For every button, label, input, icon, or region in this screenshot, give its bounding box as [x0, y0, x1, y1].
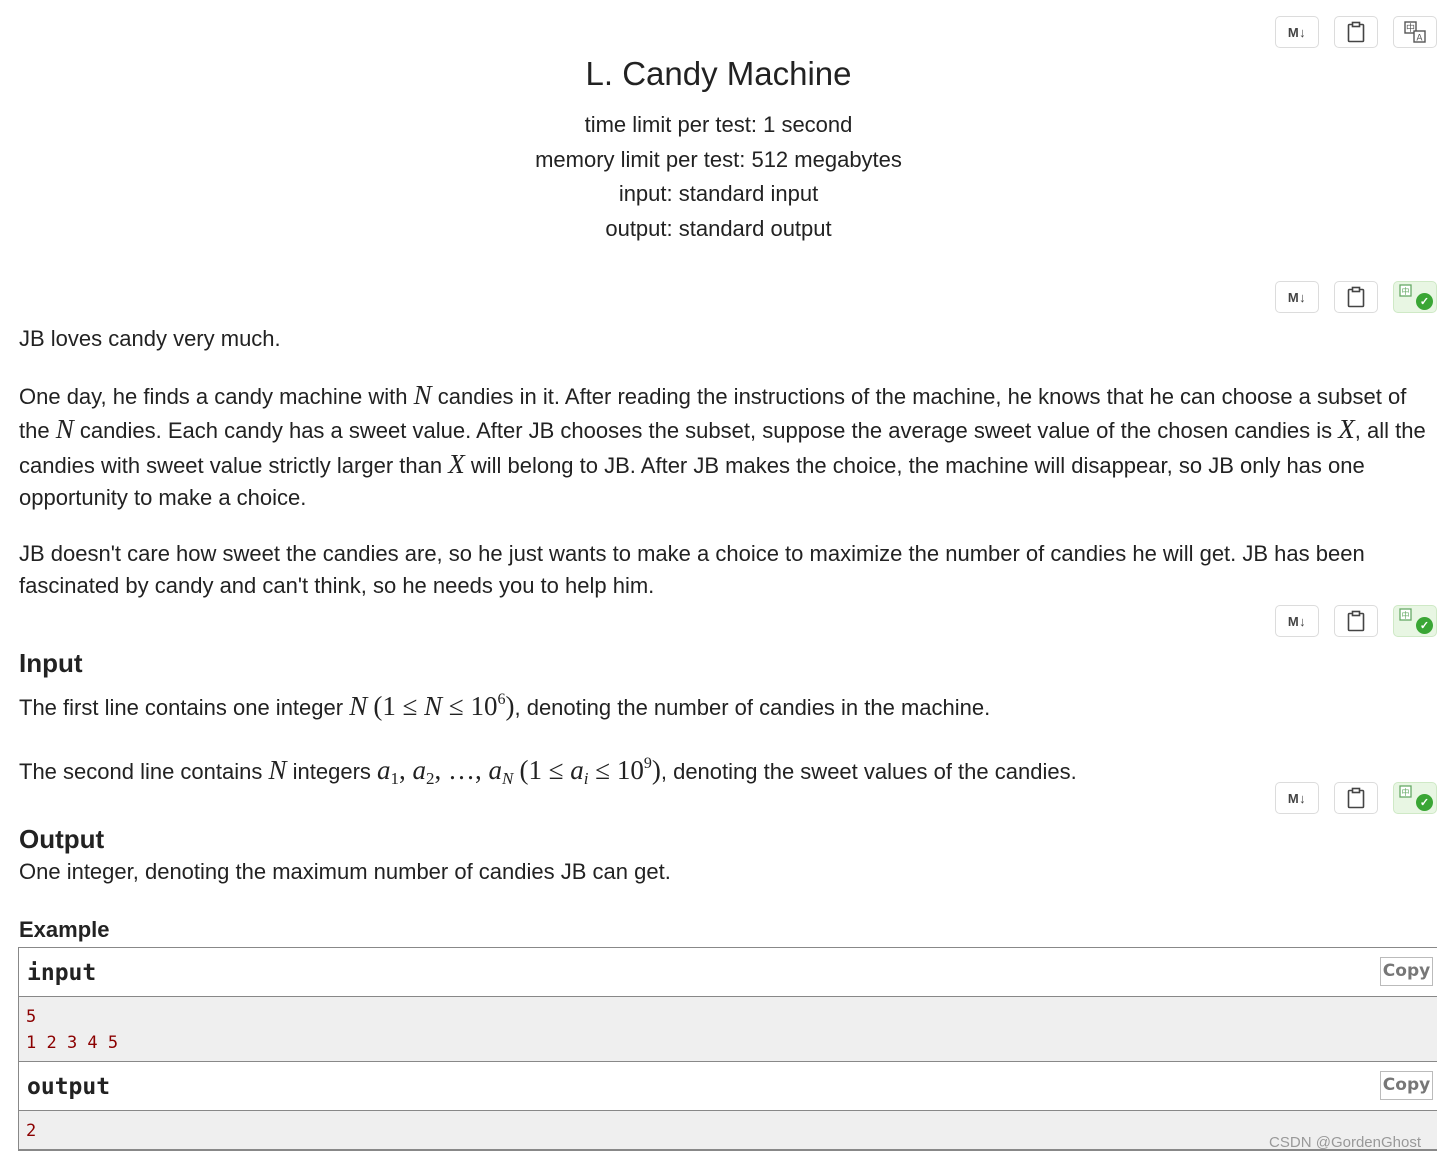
math-var: a — [412, 754, 427, 785]
sample-input-label: input — [27, 960, 97, 986]
sample-input: 5 1 2 3 4 5 — [19, 997, 1437, 1062]
copy-button[interactable] — [1334, 16, 1378, 48]
translated-button[interactable]: 中 ✓ — [1393, 605, 1437, 637]
svg-text:中: 中 — [1402, 286, 1410, 296]
math-var: N — [55, 414, 74, 444]
math: , …, — [434, 754, 489, 785]
input-toolbar: M↓ 中 ✓ — [1275, 605, 1437, 637]
translate-icon: 中A — [1404, 21, 1426, 44]
legend-paragraph: One day, he finds a candy machine with N… — [19, 379, 1437, 515]
problem-title: L. Candy Machine — [585, 55, 852, 92]
time-limit: time limit per test: 1 second — [584, 112, 853, 137]
clipboard-icon — [1347, 610, 1365, 632]
output-toolbar: M↓ 中 ✓ — [1275, 782, 1437, 814]
copy-input-button[interactable]: Copy — [1380, 957, 1433, 986]
svg-text:A: A — [1416, 34, 1423, 44]
translate-button[interactable]: 中A — [1393, 16, 1437, 48]
clipboard-icon — [1347, 286, 1365, 308]
translated-button[interactable]: 中 ✓ — [1393, 782, 1437, 814]
svg-text:中: 中 — [1402, 610, 1410, 620]
math: (1 ≤ — [519, 754, 571, 785]
markdown-icon: M↓ — [1287, 24, 1307, 40]
sample-output: 2 — [19, 1111, 1437, 1150]
text: One day, he finds a candy machine with — [19, 383, 414, 409]
check-icon: ✓ — [1416, 293, 1433, 310]
markdown-icon: M↓ — [1287, 613, 1307, 629]
math: ≤ 10 — [442, 691, 498, 721]
math-var: X — [1338, 414, 1355, 444]
math-subscript: 2 — [426, 768, 435, 788]
output-file: output: standard output — [605, 215, 832, 241]
clipboard-icon — [1347, 21, 1365, 43]
sample-output-label: output — [27, 1074, 111, 1100]
check-icon: ✓ — [1416, 617, 1433, 634]
math-var: a — [488, 754, 503, 785]
math-var: N — [424, 691, 443, 721]
section-title-output: Output — [19, 824, 105, 854]
math: ) — [651, 754, 661, 785]
output-specification: Output One integer, denoting the maximum… — [19, 824, 1437, 889]
example-title: Example — [19, 917, 110, 942]
text: integers — [286, 758, 378, 784]
math-subscript: 1 — [390, 768, 400, 788]
math-subscript: N — [502, 768, 514, 788]
text: The second line contains — [19, 758, 269, 784]
legend-paragraph: JB loves candy very much. — [19, 326, 281, 351]
input-file: input: standard input — [618, 181, 819, 207]
math-exponent: 9 — [643, 754, 652, 772]
svg-text:中: 中 — [1402, 787, 1410, 797]
input-line-1: The first line contains one integer N (1… — [19, 684, 1437, 725]
markdown-button[interactable]: M↓ — [1275, 782, 1319, 814]
math: ≤ 10 — [588, 754, 644, 785]
math-var: a — [570, 754, 584, 785]
section-title-input: Input — [19, 648, 83, 678]
sample-input-header: input Copy — [19, 948, 1437, 997]
markdown-button[interactable]: M↓ — [1275, 16, 1319, 48]
translated-button[interactable]: 中 ✓ — [1393, 281, 1437, 313]
legend-paragraph: JB doesn't care how sweet the candies ar… — [19, 540, 1365, 599]
input-line-2: The second line contains N integers a1, … — [19, 748, 1437, 796]
math: (1 ≤ — [373, 691, 425, 721]
text: , denoting the number of candies in the … — [514, 695, 991, 720]
math-var: N — [349, 691, 368, 721]
copy-output-button[interactable]: Copy — [1380, 1071, 1433, 1100]
output-text: One integer, denoting the maximum number… — [19, 859, 671, 884]
sample-tests: input Copy 5 1 2 3 4 5 output Copy 2 — [18, 947, 1437, 1151]
text: The first line contains one integer — [19, 695, 350, 720]
sample-output-header: output Copy — [19, 1062, 1437, 1111]
copy-button[interactable] — [1334, 281, 1378, 313]
math-var: a — [377, 754, 391, 785]
problem-header: L. Candy Machine time limit per test: 1 … — [0, 52, 1437, 246]
math: , — [399, 754, 413, 785]
copy-button[interactable] — [1334, 605, 1378, 637]
watermark: CSDN @GordenGhost — [1269, 1134, 1421, 1151]
input-specification: Input The first line contains one intege… — [19, 648, 1437, 795]
math-var: N — [413, 379, 432, 410]
memory-limit: memory limit per test: 512 megabytes — [535, 146, 902, 172]
clipboard-icon — [1347, 787, 1365, 809]
markdown-button[interactable]: M↓ — [1275, 281, 1319, 313]
example-heading: Example — [19, 914, 1437, 947]
math-var: N — [268, 754, 287, 785]
markdown-icon: M↓ — [1287, 790, 1307, 806]
markdown-button[interactable]: M↓ — [1275, 605, 1319, 637]
math-var: X — [448, 448, 465, 479]
legend-toolbar: M↓ 中 ✓ — [1275, 281, 1437, 313]
header-toolbar: M↓ 中A — [1275, 16, 1437, 48]
copy-button[interactable] — [1334, 782, 1378, 814]
text: candies. Each candy has a sweet value. A… — [73, 418, 1339, 443]
check-icon: ✓ — [1416, 794, 1433, 811]
text: , denoting the sweet values of the candi… — [660, 758, 1077, 784]
legend: JB loves candy very much. One day, he fi… — [19, 323, 1437, 603]
markdown-icon: M↓ — [1287, 289, 1307, 305]
